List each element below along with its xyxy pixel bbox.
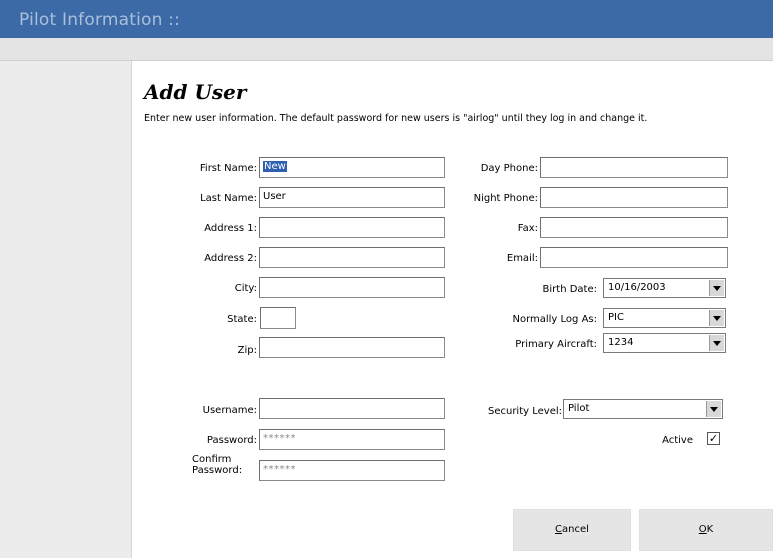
fax-field[interactable] (540, 217, 728, 238)
confirm-password-label-line2: Password: (192, 465, 243, 476)
cancel-button[interactable]: Cancel (513, 509, 631, 551)
normally-log-as-value: PIC (608, 312, 624, 323)
first-name-label: First Name: (199, 163, 257, 174)
zip-field[interactable] (259, 337, 445, 358)
security-level-value: Pilot (568, 403, 590, 414)
confirm-password-label: Confirm Password: (192, 454, 242, 476)
password-label: Password: (206, 435, 257, 446)
active-checkbox[interactable]: ✓ (707, 432, 720, 445)
cancel-accelerator: C (555, 524, 563, 535)
night-phone-label: Night Phone: (473, 193, 538, 204)
address1-field[interactable] (259, 217, 445, 238)
last-name-label: Last Name: (200, 193, 257, 204)
last-name-field[interactable]: User (259, 187, 445, 208)
page-title: Add User (144, 80, 247, 104)
normally-log-as-label: Normally Log As: (512, 314, 597, 325)
ok-accelerator: O (698, 524, 707, 535)
city-label: City: (234, 283, 257, 294)
primary-aircraft-select[interactable]: 1234 (603, 333, 726, 353)
chevron-down-icon[interactable] (709, 280, 724, 296)
primary-aircraft-label: Primary Aircraft: (515, 339, 597, 350)
username-field[interactable] (259, 398, 445, 419)
night-phone-field[interactable] (540, 187, 728, 208)
zip-label: Zip: (237, 345, 257, 356)
chevron-down-icon[interactable] (706, 401, 721, 417)
confirm-password-label-line1: Confirm (192, 454, 232, 465)
address2-label: Address 2: (204, 253, 257, 264)
state-field[interactable] (260, 307, 296, 329)
username-label: Username: (202, 405, 257, 416)
state-label: State: (227, 314, 257, 325)
ok-button[interactable]: OK (639, 509, 773, 551)
birth-date-value: 10/16/2003 (608, 282, 666, 293)
cancel-label: ancel (562, 524, 589, 535)
day-phone-label: Day Phone: (480, 163, 538, 174)
toolbar-band (0, 38, 773, 61)
address1-label: Address 1: (204, 223, 257, 234)
normally-log-as-select[interactable]: PIC (603, 308, 726, 328)
security-level-select[interactable]: Pilot (563, 399, 723, 419)
instructions-text: Enter new user information. The default … (144, 113, 648, 124)
check-icon: ✓ (708, 432, 719, 445)
fax-label: Fax: (517, 223, 538, 234)
chevron-down-icon[interactable] (709, 310, 724, 326)
birth-date-label: Birth Date: (542, 284, 597, 295)
active-label: Active (662, 435, 693, 446)
left-panel (0, 61, 132, 558)
address2-field[interactable] (259, 247, 445, 268)
first-name-value: New (263, 161, 287, 172)
chevron-down-icon[interactable] (709, 335, 724, 351)
title-bar: Pilot Information :: (0, 0, 773, 38)
security-level-label: Security Level: (487, 406, 562, 417)
ok-label: K (706, 524, 714, 535)
email-field[interactable] (540, 247, 728, 268)
password-field[interactable]: ****** (259, 429, 445, 450)
email-label: Email: (506, 253, 538, 264)
day-phone-field[interactable] (540, 157, 728, 178)
primary-aircraft-value: 1234 (608, 337, 634, 348)
window-title: Pilot Information :: (19, 10, 181, 30)
city-field[interactable] (259, 277, 445, 298)
first-name-field[interactable]: New (259, 157, 445, 178)
confirm-password-field[interactable]: ****** (259, 460, 445, 481)
birth-date-select[interactable]: 10/16/2003 (603, 278, 726, 298)
